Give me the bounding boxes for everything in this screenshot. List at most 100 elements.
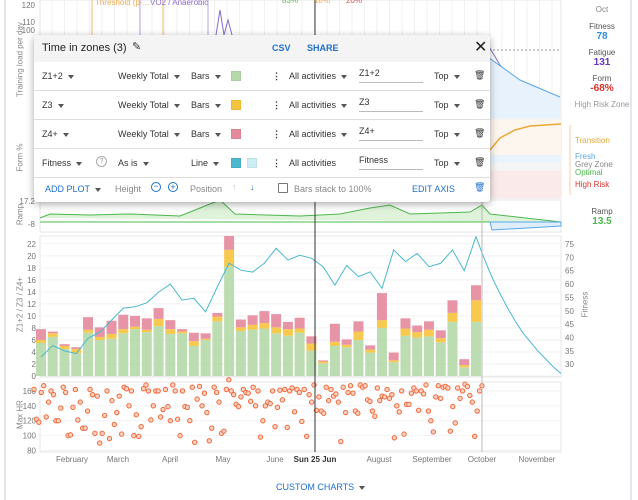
delete-trash-icon[interactable]: 🗑 [474,157,485,168]
x-label-september: September [412,455,452,464]
bar-z3 [118,329,129,334]
max-hr-point [38,389,45,396]
max-hr-point [323,384,329,390]
field-select[interactable]: Z4+ [42,129,69,139]
plot-type-select[interactable]: Bars [191,129,221,139]
max-hr-point [109,397,115,404]
activities-select[interactable]: All activities [289,129,347,139]
bar-z1plus2 [294,332,305,376]
max-hr-point [213,389,220,396]
edit-title-pencil-icon[interactable]: ✎ [132,40,141,53]
bar-z3 [153,318,164,327]
zone-label: Threshold (p-... [95,0,149,7]
max-hr-point [77,399,83,405]
edit-axis-button[interactable]: EDIT AXIS [412,184,455,194]
custom-charts-button[interactable]: CUSTOM CHARTS [276,482,365,492]
max-hr-point [289,385,295,391]
delete-trash-icon[interactable]: 🗑 [474,128,485,139]
field-select[interactable]: Fitness [42,158,82,168]
more-options-kebab-icon[interactable]: ⋮ [272,71,281,82]
add-plot-button[interactable]: ADD PLOT [45,184,101,194]
delete-trash-icon[interactable]: 🗑 [474,99,485,110]
color-swatch[interactable] [231,158,241,168]
bar-z3 [400,328,411,336]
bar-z4plus [294,317,305,329]
label-input[interactable]: Z3 [359,96,423,112]
max-hr-point [413,388,419,394]
activities-select[interactable]: All activities [289,100,347,110]
height-increase-button[interactable]: + [168,182,178,192]
plot-type-select[interactable]: Line [191,158,219,168]
y-tick-label: 2 [32,360,37,369]
bar-z4plus [282,321,293,330]
height-decrease-button[interactable]: − [151,182,161,192]
more-options-kebab-icon[interactable]: ⋮ [272,100,281,111]
color-swatch[interactable] [247,158,257,168]
more-options-kebab-icon[interactable]: ⋮ [272,158,281,169]
bar-z4plus [341,339,352,345]
bar-z1plus2 [153,326,164,376]
bar-z1plus2 [388,362,399,376]
activities-select[interactable]: All activities [289,71,347,81]
plot-type-select[interactable]: Bars [191,100,221,110]
label-input[interactable]: Fitness [359,154,423,170]
bar-z1plus2 [282,335,293,376]
color-swatch[interactable] [231,129,241,139]
bar-z3 [341,344,352,348]
activities-select[interactable]: All activities [289,158,336,168]
bar-z3 [271,327,282,334]
max-hr-point [75,417,81,423]
max-hr-point [82,425,88,431]
max-hr-point [204,409,210,416]
bar-z4plus [271,314,282,328]
delete-trash-icon[interactable]: 🗑 [474,70,485,81]
bar-z4plus [353,321,364,332]
max-hr-point [345,389,351,396]
field-select[interactable]: Z1+2 [42,71,74,81]
label-input[interactable]: Z4+ [359,125,423,141]
y2-tick-label: 55 [565,293,574,302]
color-swatch[interactable] [231,100,241,110]
aggregation-select[interactable]: As is [118,158,149,168]
close-icon[interactable]: ✕ [474,37,487,57]
max-hr-point [92,430,98,437]
max-hr-point [430,429,437,435]
plot-type-select[interactable]: Bars [191,71,221,81]
max-hr-point [450,403,456,410]
move-down-arrow-icon[interactable]: ↓ [250,182,255,192]
max-hr-point [162,386,169,393]
bar-z4plus [188,332,199,342]
more-options-kebab-icon[interactable]: ⋮ [272,129,281,140]
bar-z3 [388,360,399,363]
share-button[interactable]: SHARE [307,43,339,53]
field-select[interactable]: Z3 [42,100,64,110]
max-hr-point [60,384,66,390]
bar-z4plus [423,321,434,330]
max-hr-point [316,394,322,400]
position-select[interactable]: Top [434,158,460,168]
y2-tick-label: 60 [565,280,574,289]
bars-stack-checkbox[interactable] [278,183,288,193]
max-hr-point [174,416,181,422]
help-icon[interactable]: ? [96,156,107,167]
max-hr-point [179,388,186,394]
x-label-selected-date: Sun 25 Jun [293,455,337,464]
x-label-august: August [366,455,392,464]
bar-z4plus [365,345,376,350]
position-select[interactable]: Top [434,71,460,81]
csv-button[interactable]: CSV [272,43,291,53]
max-hr-point [328,386,334,393]
y-tick-label: 12 [27,300,36,309]
aggregation-select[interactable]: Weekly Total [118,71,180,81]
delete-all-trash-icon[interactable]: 🗑 [474,182,485,193]
position-select[interactable]: Top [434,100,460,110]
label-input[interactable]: Z1+2 [359,67,423,83]
color-swatch[interactable] [231,71,241,81]
max-hr-point [72,386,79,393]
position-select[interactable]: Top [434,129,460,139]
move-up-arrow-icon[interactable]: ↑ [232,182,237,192]
aggregation-select[interactable]: Weekly Total [118,129,180,139]
y2-tick-label: 75 [565,240,574,249]
dialog-title: Time in zones (3) [42,42,127,54]
aggregation-select[interactable]: Weekly Total [118,100,180,110]
